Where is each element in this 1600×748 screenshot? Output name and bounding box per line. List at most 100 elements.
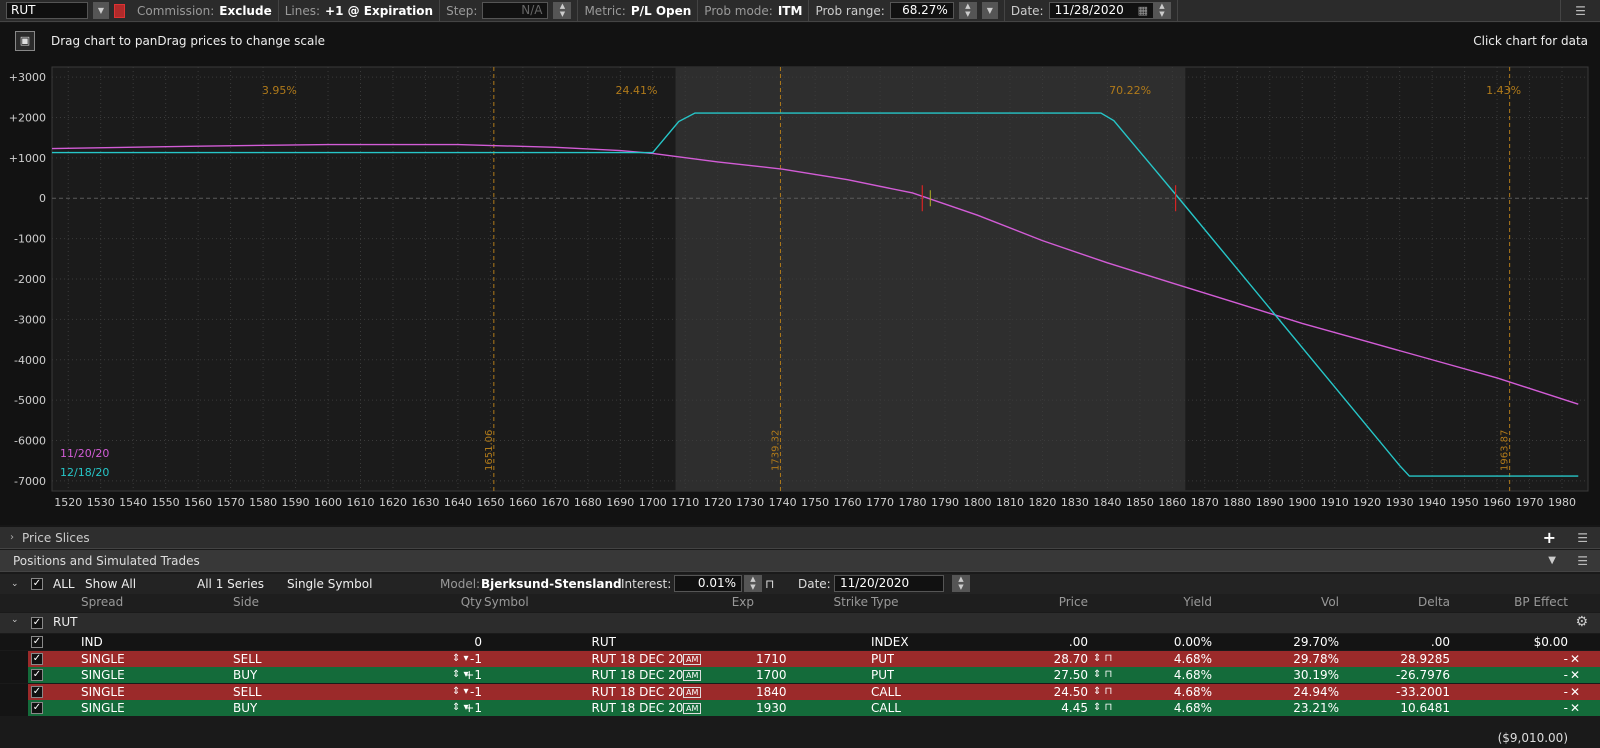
metric-dropdown[interactable]: P/L Open bbox=[631, 4, 691, 18]
price-slices-bar[interactable]: › Price Slices + ☰ bbox=[0, 527, 1600, 549]
row-checkbox[interactable]: ✓ bbox=[31, 652, 43, 665]
qty-adjust-icon[interactable]: ⇕ ▾ bbox=[452, 667, 469, 683]
collapse-all-chevron-icon[interactable]: ⌄ bbox=[11, 579, 19, 589]
position-row[interactable]: ✓ SINGLE BUY +1 RUT 18 DEC 20 1930 CALL 4.45 4.68… bbox=[0, 700, 1600, 716]
lock-icon[interactable]: ⊓ bbox=[765, 577, 774, 591]
positions-menu-icon[interactable]: ☰ bbox=[1577, 554, 1588, 568]
positions-header-bar: Positions and Simulated Trades ▼ ☰ bbox=[0, 550, 1600, 572]
col-strike[interactable]: Strike bbox=[756, 594, 869, 611]
probability-label: 3.95% bbox=[262, 84, 297, 97]
pl-chart-svg[interactable]: 1520 1530 1540 1550 1560 1570 1580 1590 1600 1610… bbox=[0, 46, 1600, 525]
probrange-spinner[interactable]: ▲ ▼ bbox=[958, 2, 977, 19]
metric-label: Metric: bbox=[584, 3, 626, 18]
x-tick-label: 1720 bbox=[704, 496, 732, 509]
cell-yield: 0.00% bbox=[1173, 635, 1212, 649]
x-tick-label: 1930 bbox=[1386, 496, 1414, 509]
cell-vol: 29.78% bbox=[1293, 651, 1339, 666]
x-tick-label: 1820 bbox=[1028, 496, 1056, 509]
add-slice-icon[interactable]: + bbox=[1543, 528, 1556, 547]
position-row[interactable]: ✓ SINGLE SELL -1 RUT 18 DEC 20 1710 PUT 28.70 4.6… bbox=[0, 650, 1600, 667]
step-input[interactable]: N/A bbox=[482, 2, 549, 19]
position-row[interactable]: ✓ SINGLE SELL -1 RUT 18 DEC 20 1840 CALL 24.50 4.… bbox=[0, 683, 1600, 700]
interest-spinner[interactable]: ▲ ▼ bbox=[744, 575, 762, 592]
cell-symbol: RUT bbox=[591, 684, 616, 699]
price-marker-label: 1739.32 bbox=[770, 430, 781, 471]
col-side[interactable]: Side bbox=[233, 594, 259, 611]
price-lock-icon[interactable]: ⇕ ⊓ bbox=[1093, 667, 1112, 683]
col-bp-effect[interactable]: BP Effect bbox=[1470, 594, 1568, 611]
x-tick-label: 1810 bbox=[996, 496, 1024, 509]
show-all-dropdown[interactable]: Show All bbox=[85, 577, 136, 591]
risk-profile-chart-area[interactable]: ▣ Drag chart to panDrag prices to change… bbox=[0, 23, 1600, 525]
y-tick-label: -1000 bbox=[14, 233, 46, 246]
cell-delta: -33.2001 bbox=[1396, 684, 1450, 699]
probmode-dropdown[interactable]: ITM bbox=[778, 4, 803, 18]
x-tick-label: 1840 bbox=[1093, 496, 1121, 509]
y-tick-label: -4000 bbox=[14, 354, 46, 367]
probmode-label: Prob mode: bbox=[704, 3, 773, 18]
price-lock-icon[interactable]: ⇕ ⊓ bbox=[1093, 684, 1112, 700]
cell-yield: 4.68% bbox=[1173, 668, 1212, 682]
qty-adjust-icon[interactable]: ⇕ ▾ bbox=[452, 700, 469, 716]
x-tick-label: 1830 bbox=[1061, 496, 1089, 509]
x-tick-label: 1940 bbox=[1418, 496, 1446, 509]
probrange-dropdown-button[interactable]: ▼ bbox=[981, 2, 998, 19]
group-chevron-icon[interactable]: ⌄ bbox=[11, 615, 19, 625]
x-tick-label: 1730 bbox=[736, 496, 764, 509]
group-symbol: RUT bbox=[53, 615, 78, 629]
col-price[interactable]: Price bbox=[985, 594, 1088, 611]
col-yield[interactable]: Yield bbox=[1112, 594, 1212, 611]
group-row[interactable]: ⌄ ✓ RUT ⚙ bbox=[0, 613, 1600, 633]
interest-input[interactable]: 0.01% bbox=[674, 575, 742, 592]
col-exp[interactable]: Exp bbox=[616, 594, 754, 611]
col-type[interactable]: Type bbox=[871, 594, 899, 611]
lines-dropdown[interactable]: +1 @ Expiration bbox=[325, 4, 433, 18]
col-vol[interactable]: Vol bbox=[1239, 594, 1339, 611]
position-row[interactable]: ✓ IND 0 RUT INDEX .00 0.00% 29.70% .00 $0.00 bbox=[0, 634, 1600, 650]
qty-adjust-icon[interactable]: ⇕ ▾ bbox=[452, 651, 469, 667]
remove-row-icon[interactable]: ✕ bbox=[1570, 667, 1580, 683]
date-spinner[interactable]: ▲ ▼ bbox=[1152, 2, 1171, 19]
x-tick-label: 1640 bbox=[444, 496, 472, 509]
all-checkbox[interactable]: ✓ bbox=[31, 578, 43, 590]
price-lock-icon[interactable]: ⇕ ⊓ bbox=[1093, 651, 1112, 667]
link-color-square[interactable] bbox=[114, 3, 125, 18]
position-row[interactable]: ✓ SINGLE BUY +1 RUT 18 DEC 20 1700 PUT 27.50 4.68… bbox=[0, 667, 1600, 683]
remove-row-icon[interactable]: ✕ bbox=[1570, 700, 1580, 716]
col-spread[interactable]: Spread bbox=[81, 594, 123, 611]
col-delta[interactable]: Delta bbox=[1350, 594, 1450, 611]
symbol-mode-dropdown[interactable]: Single Symbol bbox=[287, 577, 372, 591]
positions-date-spinner[interactable]: ▲ ▼ bbox=[952, 575, 970, 592]
positions-date-input[interactable]: 11/20/2020 bbox=[834, 575, 944, 592]
commission-dropdown[interactable]: Exclude bbox=[219, 4, 271, 18]
group-checkbox[interactable]: ✓ bbox=[31, 617, 43, 629]
calendar-icon[interactable]: ▦ bbox=[1138, 4, 1148, 17]
step-spinner[interactable]: ▲ ▼ bbox=[553, 2, 572, 19]
symbol-dropdown-button[interactable]: ▼ bbox=[93, 2, 109, 19]
price-slices-menu-icon[interactable]: ☰ bbox=[1577, 531, 1588, 545]
price-lock-icon[interactable]: ⇕ ⊓ bbox=[1093, 700, 1112, 716]
col-qty[interactable]: Qty bbox=[340, 594, 482, 611]
toolbar-menu-icon[interactable]: ☰ bbox=[1560, 0, 1600, 22]
model-dropdown[interactable]: Bjerksund-Stensland bbox=[481, 577, 622, 591]
col-symbol[interactable]: Symbol bbox=[484, 594, 529, 611]
row-checkbox[interactable]: ✓ bbox=[31, 669, 43, 681]
series-dropdown[interactable]: All 1 Series bbox=[197, 577, 264, 591]
collapse-icon[interactable]: ▼ bbox=[1548, 555, 1556, 566]
remove-row-icon[interactable]: ✕ bbox=[1570, 684, 1580, 700]
cell-delta: 10.6481 bbox=[1400, 701, 1450, 715]
row-checkbox[interactable]: ✓ bbox=[31, 636, 43, 648]
cell-symbol: RUT bbox=[591, 701, 616, 715]
x-tick-label: 1870 bbox=[1191, 496, 1219, 509]
group-settings-gear-icon[interactable]: ⚙ bbox=[1575, 614, 1588, 630]
probrange-input[interactable]: 68.27% bbox=[889, 2, 954, 19]
remove-row-icon[interactable]: ✕ bbox=[1570, 651, 1580, 667]
qty-adjust-icon[interactable]: ⇕ ▾ bbox=[452, 684, 469, 700]
x-tick-label: 1780 bbox=[899, 496, 927, 509]
row-checkbox[interactable]: ✓ bbox=[31, 685, 43, 698]
symbol-input[interactable]: RUT bbox=[6, 2, 88, 19]
row-checkbox[interactable]: ✓ bbox=[31, 702, 43, 714]
expand-chevron-icon[interactable]: › bbox=[10, 532, 14, 543]
cell-spread: SINGLE bbox=[81, 651, 125, 666]
x-tick-label: 1910 bbox=[1321, 496, 1349, 509]
